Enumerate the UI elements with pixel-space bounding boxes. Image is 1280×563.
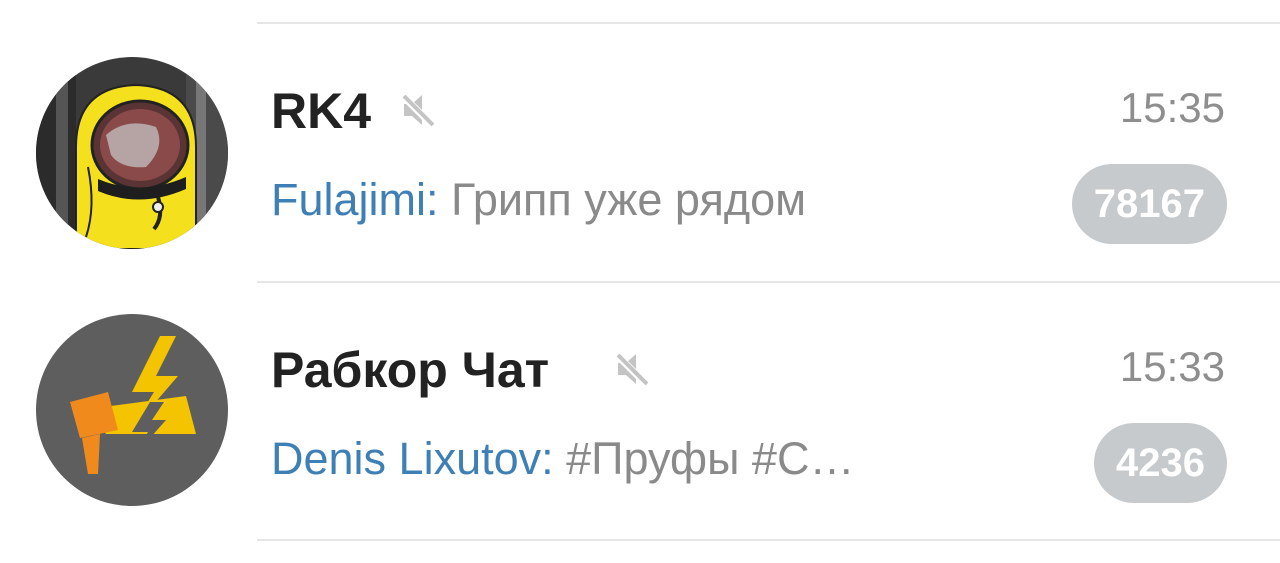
chat-title: RK4 — [271, 83, 372, 139]
preview-text: #Пруфы #С… — [566, 433, 855, 484]
speaker-muted-icon — [398, 90, 438, 130]
divider — [257, 539, 1280, 541]
chat-list: RK4 15:35 Fulajimi: Грипп уже рядом 7816… — [0, 0, 1280, 563]
chat-preview: Denis Lixutov: #Пруфы #С… — [271, 433, 854, 485]
avatar-image — [36, 57, 228, 249]
preview-text: Грипп уже рядом — [451, 174, 807, 225]
unread-badge: 78167 — [1071, 164, 1227, 244]
avatar — [36, 57, 228, 249]
speaker-muted-icon — [612, 349, 652, 389]
chat-time: 15:33 — [1119, 343, 1225, 390]
unread-badge: 4236 — [1094, 423, 1227, 503]
preview-sender: Fulajimi: — [271, 174, 439, 225]
chat-item-rabkor[interactable]: Рабкор Чат 15:33 Denis Lixutov: #Пруфы #… — [0, 283, 1280, 539]
avatar-image — [36, 314, 228, 506]
chat-preview: Fulajimi: Грипп уже рядом — [271, 174, 806, 226]
chat-time: 15:35 — [1119, 84, 1225, 131]
chat-title: Рабкор Чат — [271, 342, 550, 398]
avatar — [36, 314, 228, 506]
preview-sender: Denis Lixutov: — [271, 433, 554, 484]
chat-item-rk4[interactable]: RK4 15:35 Fulajimi: Грипп уже рядом 7816… — [0, 24, 1280, 280]
